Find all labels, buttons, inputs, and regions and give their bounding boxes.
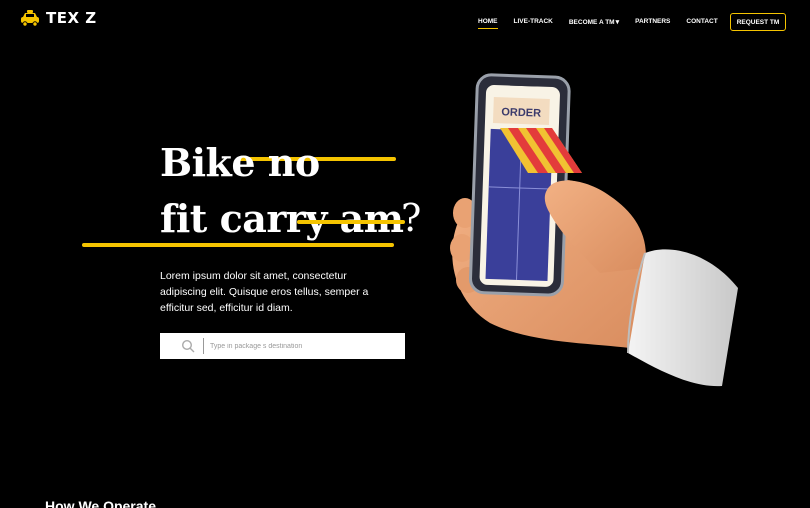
search-icon[interactable] <box>181 339 195 353</box>
hand-holding-phone-illustration: ORDER <box>450 73 738 387</box>
nav-live-track[interactable]: LIVE-TRACK <box>514 13 553 31</box>
nav-become-a-tm-label: BECOME A TM <box>568 19 615 26</box>
chevron-down-icon: ▾ <box>615 19 620 26</box>
request-tm-button[interactable]: REQUEST TM <box>730 13 786 31</box>
nav-partners[interactable]: PARTNERS <box>635 13 670 31</box>
nav-become-a-tm[interactable]: BECOME A TM▾ <box>569 13 619 31</box>
hero-question-mark: ? <box>401 196 422 240</box>
hero-headline-line2: fit carry am <box>160 196 404 241</box>
brand-logo[interactable]: TEX Z <box>20 9 97 27</box>
hero-headline-line1: Bike no <box>160 140 320 185</box>
nav-home[interactable]: HOME <box>478 13 498 31</box>
nav-contact[interactable]: CONTACT <box>686 13 717 31</box>
hero-description: Lorem ipsum dolor sit amet, consectetur … <box>160 270 369 314</box>
phone-order-label: ORDER <box>501 106 541 119</box>
headline-strike-2 <box>297 220 405 224</box>
search-divider <box>203 338 204 354</box>
main-nav: HOME LIVE-TRACK BECOME A TM▾ PARTNERS CO… <box>478 13 734 31</box>
taxi-car-icon <box>21 10 39 27</box>
brand-name: TEX Z <box>46 9 97 27</box>
package-search-bar[interactable] <box>160 333 405 359</box>
search-input[interactable] <box>210 342 390 350</box>
section-title-how-we-operate: How We Operate <box>45 498 156 508</box>
headline-strike-3 <box>82 243 394 247</box>
